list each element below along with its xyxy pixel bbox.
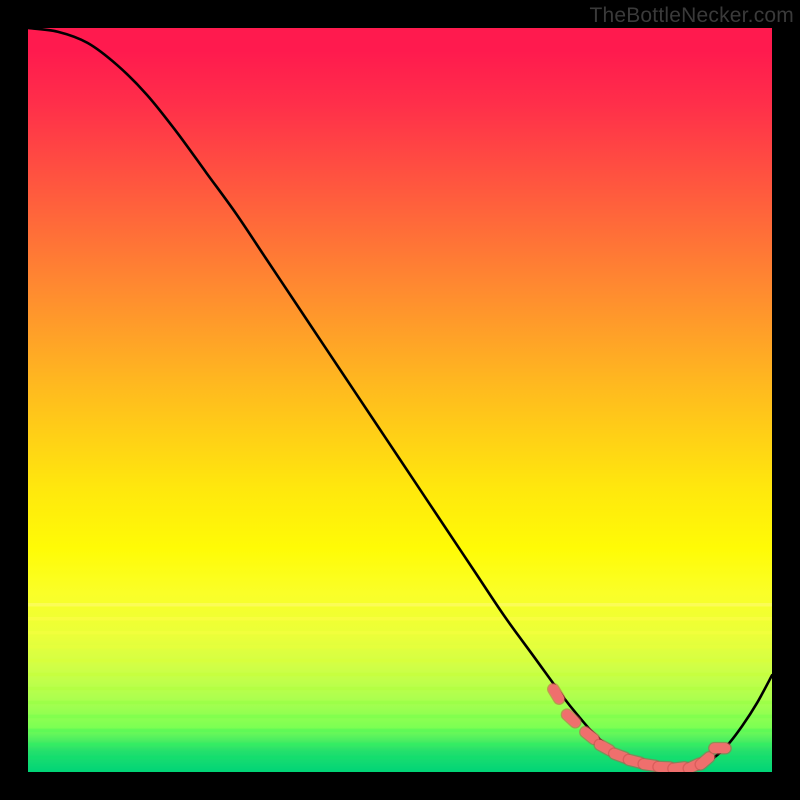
attribution-text: TheBottleNecker.com — [589, 4, 794, 28]
chart-frame: TheBottleNecker.com — [0, 0, 800, 800]
optimal-range-dots — [553, 689, 725, 768]
bottleneck-curve — [28, 28, 772, 769]
plot-area — [28, 28, 772, 772]
curve-layer — [28, 28, 772, 772]
